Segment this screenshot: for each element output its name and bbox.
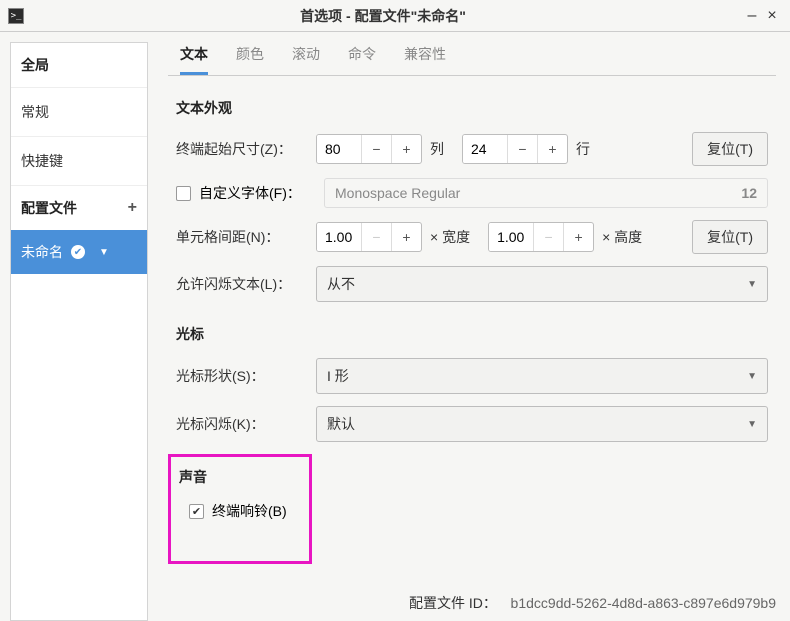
label-custom-font: 自定义字体(F)： — [199, 183, 301, 203]
cols-unit: 列 — [430, 139, 444, 159]
scale-y-minus[interactable]: − — [533, 223, 563, 251]
label-initial-size: 终端起始尺寸(Z)： — [176, 139, 316, 159]
height-unit: × 高度 — [602, 227, 642, 247]
font-chooser[interactable]: Monospace Regular 12 — [324, 178, 768, 208]
profile-id-label: 配置文件 ID： — [409, 595, 497, 611]
reset-spacing-button[interactable]: 复位(T) — [692, 220, 768, 254]
custom-font-checkbox[interactable] — [176, 186, 191, 201]
scale-y-stepper[interactable]: − + — [488, 222, 594, 252]
scale-x-plus[interactable]: + — [391, 223, 421, 251]
profile-name: 未命名 — [21, 242, 63, 262]
chevron-down-icon: ▼ — [747, 371, 757, 382]
profile-id-value: b1dcc9dd-5262-4d8d-a863-c897e6d979b9 — [511, 595, 776, 611]
tab-scroll[interactable]: 滚动 — [292, 44, 320, 75]
cursor-shape-value: I 形 — [327, 366, 349, 386]
sidebar-item-general[interactable]: 常规 — [11, 87, 147, 136]
scale-x-input[interactable] — [317, 223, 361, 251]
section-cursor: 光标 — [176, 324, 776, 344]
section-sound: 声音 — [179, 467, 295, 487]
tab-color[interactable]: 颜色 — [236, 44, 264, 75]
sidebar: 全局 常规 快捷键 配置文件 + 未命名 ✔ ▼ — [10, 42, 148, 621]
tab-command[interactable]: 命令 — [348, 44, 376, 75]
label-cursor-shape: 光标形状(S)： — [176, 366, 316, 386]
rows-stepper[interactable]: − + — [462, 134, 568, 164]
label-terminal-bell: 终端响铃(B) — [212, 501, 287, 521]
sidebar-global-header: 全局 — [11, 43, 147, 87]
tab-compat[interactable]: 兼容性 — [404, 44, 446, 75]
cols-input[interactable] — [317, 135, 361, 163]
chevron-down-icon: ▼ — [747, 419, 757, 430]
rows-plus[interactable]: + — [537, 135, 567, 163]
minimize-button[interactable]: – — [742, 7, 762, 25]
rows-minus[interactable]: − — [507, 135, 537, 163]
check-icon: ✔ — [71, 245, 85, 259]
cols-plus[interactable]: + — [391, 135, 421, 163]
scale-x-stepper[interactable]: − + — [316, 222, 422, 252]
font-size: 12 — [741, 185, 757, 201]
cursor-blink-value: 默认 — [327, 414, 355, 434]
blink-text-select[interactable]: 从不 ▼ — [316, 266, 768, 302]
cols-stepper[interactable]: − + — [316, 134, 422, 164]
cols-minus[interactable]: − — [361, 135, 391, 163]
rows-input[interactable] — [463, 135, 507, 163]
rows-unit: 行 — [576, 139, 590, 159]
cursor-blink-select[interactable]: 默认 ▼ — [316, 406, 768, 442]
chevron-down-icon: ▼ — [747, 279, 757, 290]
sidebar-item-shortcuts[interactable]: 快捷键 — [11, 136, 147, 185]
chevron-down-icon: ▼ — [99, 247, 109, 258]
label-blink-text: 允许闪烁文本(L)： — [176, 274, 316, 294]
close-button[interactable]: × — [762, 7, 782, 25]
width-unit: × 宽度 — [430, 227, 470, 247]
scale-y-plus[interactable]: + — [563, 223, 593, 251]
scale-y-input[interactable] — [489, 223, 533, 251]
window-title: 首选项 - 配置文件"未命名" — [24, 6, 742, 26]
app-icon: >_ — [8, 8, 24, 24]
blink-text-value: 从不 — [327, 274, 355, 294]
sidebar-profile-active[interactable]: 未命名 ✔ ▼ — [11, 230, 147, 274]
sidebar-profiles-header: 配置文件 — [21, 198, 77, 218]
label-cursor-blink: 光标闪烁(K)： — [176, 414, 316, 434]
tab-text[interactable]: 文本 — [180, 44, 208, 75]
font-name: Monospace Regular — [335, 185, 460, 201]
highlight-annotation: 声音 ✔ 终端响铃(B) — [168, 454, 312, 564]
label-cell-spacing: 单元格间距(N)： — [176, 227, 316, 247]
cursor-shape-select[interactable]: I 形 ▼ — [316, 358, 768, 394]
scale-x-minus[interactable]: − — [361, 223, 391, 251]
terminal-bell-checkbox[interactable]: ✔ — [189, 504, 204, 519]
section-text-appearance: 文本外观 — [176, 98, 776, 118]
reset-size-button[interactable]: 复位(T) — [692, 132, 768, 166]
add-profile-button[interactable]: + — [128, 199, 137, 217]
